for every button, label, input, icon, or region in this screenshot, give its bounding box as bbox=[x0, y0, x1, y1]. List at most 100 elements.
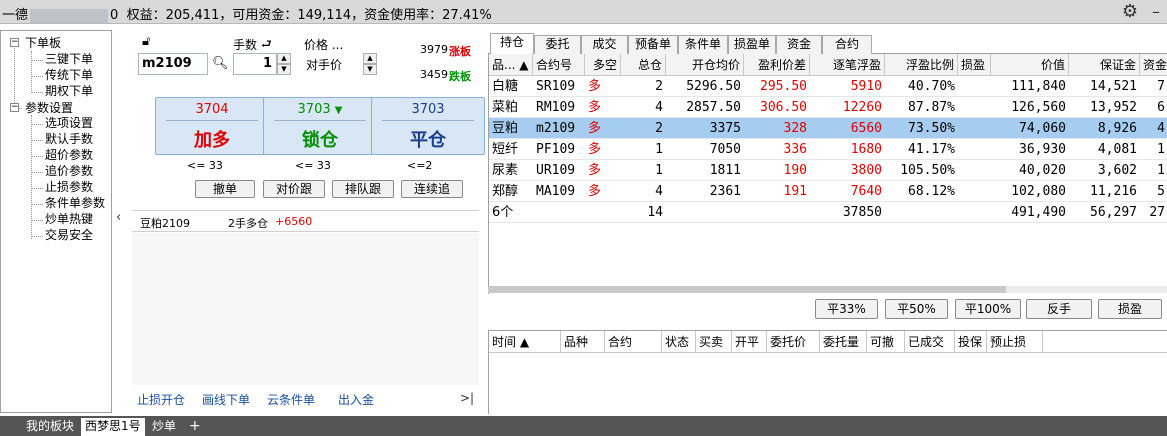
tree-item-three-key[interactable]: 三键下单 bbox=[45, 52, 93, 66]
table-cell: 8,926 bbox=[1097, 121, 1137, 136]
table-cell: 2857.50 bbox=[686, 100, 741, 115]
table-cell: 2 bbox=[655, 121, 663, 136]
col-open-avg[interactable]: 开仓均价 bbox=[666, 54, 744, 76]
chase-counter-button[interactable]: 对价跟 bbox=[263, 180, 325, 198]
tree-item-hotkeys[interactable]: 炒单热键 bbox=[45, 212, 93, 226]
stop-profit-button[interactable]: 损盈 bbox=[1098, 299, 1162, 319]
table-row[interactable]: 短纤 PF109 多 1 7050 336 1680 41.17% 36,930 4,081 1 bbox=[489, 139, 1167, 160]
deposit-withdraw-link[interactable]: 出入金 bbox=[338, 391, 374, 408]
table-row[interactable]: 郑醇 MA109 多 4 2361 191 7640 68.12% 102,080 11,216 5 bbox=[489, 181, 1167, 202]
cancel-order-button[interactable]: 撤单 bbox=[195, 180, 255, 198]
col-order-qty[interactable]: 委托量 bbox=[820, 331, 867, 353]
col-variety[interactable]: 品种 bbox=[561, 331, 605, 353]
tree-item-traditional[interactable]: 传统下单 bbox=[45, 68, 93, 82]
tree-item-options[interactable]: 期权下单 bbox=[45, 84, 93, 98]
close-position-button[interactable]: 3703 平仓 bbox=[371, 97, 485, 155]
tab-funds[interactable]: 资金 bbox=[776, 35, 822, 54]
buy-add-long-button[interactable]: 3704 加多 bbox=[155, 97, 269, 155]
tab-positions[interactable]: 持仓 bbox=[490, 33, 534, 55]
scrollbar-track[interactable] bbox=[1006, 286, 1167, 293]
tab-my-board[interactable]: 我的板块 bbox=[22, 418, 78, 436]
qty-up-button[interactable]: ▲ bbox=[277, 53, 291, 64]
horizontal-scrollbar[interactable] bbox=[488, 286, 1006, 293]
table-cell: 7640 bbox=[850, 184, 882, 199]
col-buy-sell[interactable]: 买卖 bbox=[696, 331, 732, 353]
tab-contracts[interactable]: 合约 bbox=[822, 35, 872, 54]
col-status[interactable]: 状态 bbox=[662, 331, 696, 353]
tree-item-over-price[interactable]: 超价参数 bbox=[45, 148, 93, 162]
price-down-button[interactable]: ▼ bbox=[363, 64, 377, 75]
chase-queue-button[interactable]: 排队跟 bbox=[332, 180, 394, 198]
draw-line-order-link[interactable]: 画线下单 bbox=[202, 391, 250, 408]
col-funds[interactable]: 资金 bbox=[1140, 54, 1167, 76]
expand-right-icon[interactable]: >| bbox=[460, 391, 474, 405]
gear-icon[interactable]: ⚙ bbox=[1120, 2, 1140, 22]
tree-item-conditional[interactable]: 条件单参数 bbox=[45, 196, 105, 210]
col-filled[interactable]: 已成交 bbox=[905, 331, 955, 353]
col-contract[interactable]: 合约号 bbox=[533, 54, 585, 76]
col-order-price[interactable]: 委托价 bbox=[767, 331, 820, 353]
tab-ximengsi[interactable]: 西梦思1号 bbox=[81, 418, 145, 436]
tab-orders[interactable]: 委托 bbox=[534, 35, 581, 54]
col-value[interactable]: 价值 bbox=[991, 54, 1069, 76]
lock-position-button[interactable]: 3703 ▼ 锁仓 bbox=[263, 97, 377, 155]
table-row[interactable]: 尿素 UR109 多 1 1811 190 3800 105.50% 40,020 3,602 1 bbox=[489, 160, 1167, 181]
close-qty-limit: <=2 bbox=[407, 159, 433, 172]
collapse-panel-icon[interactable]: ‹ bbox=[116, 210, 121, 225]
usage-value: 27.41% bbox=[442, 8, 492, 23]
qty-input[interactable]: 1 bbox=[233, 53, 277, 75]
col-time[interactable]: 时间 ▲ bbox=[489, 331, 561, 353]
tree-item-option-settings[interactable]: 选项设置 bbox=[45, 116, 93, 130]
price-up-button[interactable]: ▲ bbox=[363, 53, 377, 64]
col-float-pnl[interactable]: 逐笔浮盈 bbox=[810, 54, 885, 76]
tab-scalping[interactable]: 炒单 bbox=[148, 418, 180, 436]
expand-toggle-icon[interactable]: − bbox=[10, 38, 19, 47]
close-33-button[interactable]: 平33% bbox=[815, 299, 878, 319]
col-float-ratio[interactable]: 浮盈比例 bbox=[885, 54, 958, 76]
search-icon[interactable]: 🔍︎ bbox=[212, 56, 229, 71]
col-pre-stop[interactable]: 预止损 bbox=[987, 331, 1043, 353]
close-50-button[interactable]: 平50% bbox=[885, 299, 948, 319]
tree-item-stop-loss[interactable]: 止损参数 bbox=[45, 180, 93, 194]
col-total[interactable]: 总仓 bbox=[621, 54, 666, 76]
close-100-button[interactable]: 平100% bbox=[955, 299, 1021, 319]
col-order-contract[interactable]: 合约 bbox=[605, 331, 662, 353]
contract-input[interactable]: m2109 bbox=[138, 53, 208, 75]
col-stop-profit[interactable]: 损盈 bbox=[958, 54, 991, 76]
buy-qty-limit: <= 33 bbox=[187, 159, 223, 172]
tab-prepared[interactable]: 预备单 bbox=[628, 35, 678, 54]
col-profit-spread[interactable]: 盈利价差 bbox=[744, 54, 810, 76]
table-row[interactable]: 菜粕 RM109 多 4 2857.50 306.50 12260 87.87% 126,560… bbox=[489, 97, 1167, 118]
reverse-button[interactable]: 反手 bbox=[1026, 299, 1092, 319]
col-open-close[interactable]: 开平 bbox=[732, 331, 767, 353]
tree-group-params[interactable]: 参数设置 bbox=[25, 101, 73, 115]
summary-position: 2手多仓 bbox=[228, 217, 268, 230]
lock-icon[interactable]: 🔓︎ bbox=[142, 34, 150, 49]
equity-label: 权益： bbox=[126, 8, 166, 23]
col-margin[interactable]: 保证金 bbox=[1069, 54, 1140, 76]
cloud-conditional-link[interactable]: 云条件单 bbox=[267, 391, 315, 408]
tree-item-chase-price[interactable]: 追价参数 bbox=[45, 164, 93, 178]
col-product[interactable]: 品... ▲ bbox=[489, 54, 533, 76]
price-type-select[interactable]: 对手价 bbox=[303, 53, 363, 75]
available-value: 149,114 bbox=[297, 8, 352, 23]
minimize-icon[interactable]: – bbox=[1148, 2, 1164, 22]
tab-conditional[interactable]: 条件单 bbox=[678, 35, 728, 54]
col-direction[interactable]: 多空 bbox=[585, 54, 621, 76]
continuous-chase-button[interactable]: 连续追 bbox=[401, 180, 463, 198]
tree-item-default-qty[interactable]: 默认手数 bbox=[45, 132, 93, 146]
col-cancelable[interactable]: 可撤 bbox=[867, 331, 905, 353]
stop-loss-open-link[interactable]: 止损开仓 bbox=[137, 391, 185, 408]
expand-toggle-icon[interactable]: − bbox=[10, 103, 19, 112]
qty-down-button[interactable]: ▼ bbox=[277, 64, 291, 75]
tab-trades[interactable]: 成交 bbox=[581, 35, 628, 54]
table-row[interactable]: 豆粕 m2109 多 2 3375 328 6560 73.50% 74,060 8,926 4 bbox=[489, 118, 1167, 139]
add-tab-button[interactable]: + bbox=[185, 418, 205, 436]
table-row[interactable]: 白糖 SR109 多 2 5296.50 295.50 5910 40.70% 111,840 1… bbox=[489, 76, 1167, 97]
tree-item-security[interactable]: 交易安全 bbox=[45, 228, 93, 242]
table-cell: SR109 bbox=[536, 79, 576, 94]
table-cell: 尿素 bbox=[492, 163, 519, 178]
tab-stop-profit[interactable]: 损盈单 bbox=[728, 35, 776, 54]
col-hedge[interactable]: 投保 bbox=[955, 331, 987, 353]
tree-group-order-board[interactable]: 下单板 bbox=[25, 36, 61, 50]
